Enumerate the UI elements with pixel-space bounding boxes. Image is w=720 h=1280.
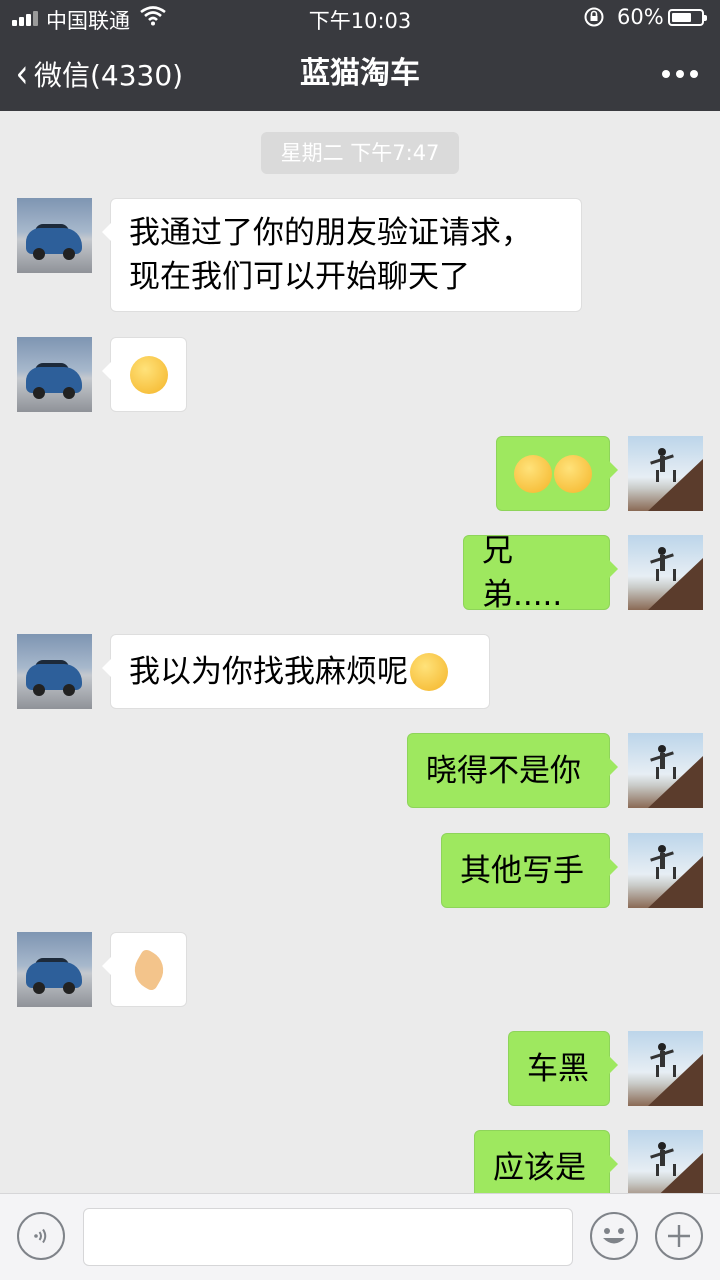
contact-avatar[interactable] — [17, 198, 92, 273]
smiley-icon — [603, 1228, 625, 1244]
contact-avatar[interactable] — [17, 337, 92, 412]
my-avatar[interactable] — [628, 833, 703, 908]
rotation-lock-icon — [583, 6, 605, 33]
message-bubble-outgoing[interactable]: 车黑 — [508, 1031, 618, 1106]
voice-icon — [34, 1228, 47, 1244]
status-bar: 中国联通 下午10:03 60% — [0, 0, 720, 36]
message-bubble-outgoing[interactable]: 其他写手 — [441, 833, 618, 908]
contact-avatar[interactable] — [17, 932, 92, 1007]
facepalm-emoji-icon — [129, 355, 168, 394]
voice-button[interactable] — [17, 1212, 65, 1260]
message-text: 晓得不是你 — [426, 752, 581, 789]
tears-of-joy-emoji-icon — [410, 652, 448, 691]
battery-fill — [672, 13, 691, 22]
message-text: 我以为你找我麻烦呢 — [129, 653, 408, 690]
message-bubble-incoming[interactable] — [102, 932, 187, 1007]
my-avatar[interactable] — [628, 733, 703, 808]
my-avatar[interactable] — [628, 535, 703, 610]
wechat-chat-screen: 中国联通 下午10:03 60% ‹ 微信(4330) 蓝猫淘车 星期二 下午7… — [0, 0, 720, 1280]
clock: 下午10:03 — [308, 9, 412, 33]
message-text: 车黑 — [527, 1050, 589, 1087]
more-icon — [662, 69, 670, 78]
nav-header: ‹ 微信(4330) 蓝猫淘车 — [0, 36, 720, 111]
message-bubble-outgoing[interactable]: 兄弟..... — [463, 533, 618, 613]
battery-percent: 60% — [617, 5, 664, 29]
chat-title: 蓝猫淘车 — [300, 56, 420, 91]
message-text: 现在我们可以开始聊天了 — [129, 259, 470, 295]
message-text: 我通过了你的朋友验证请求， — [129, 215, 532, 251]
message-bubble-incoming[interactable]: 我以为你找我麻烦呢 — [102, 634, 490, 709]
message-timestamp: 星期二 下午7:47 — [261, 132, 459, 174]
more-functions-button[interactable] — [655, 1212, 703, 1260]
my-avatar[interactable] — [628, 1031, 703, 1106]
message-bubble-incoming[interactable] — [102, 337, 187, 412]
message-bubble-outgoing[interactable] — [496, 436, 618, 511]
contact-avatar[interactable] — [17, 634, 92, 709]
plus-icon — [668, 1225, 690, 1247]
message-text: 兄弟..... — [482, 532, 563, 613]
smirk-emoji-icon — [554, 454, 592, 493]
smirk-emoji-icon — [514, 454, 552, 493]
battery-icon — [668, 9, 707, 26]
message-input[interactable] — [83, 1208, 573, 1266]
input-bar — [0, 1193, 720, 1280]
message-text: 其他写手 — [460, 852, 584, 889]
more-button[interactable] — [662, 36, 698, 111]
emoji-button[interactable] — [590, 1212, 638, 1260]
message-text: 应该是 — [493, 1149, 586, 1186]
message-bubble-outgoing[interactable]: 晓得不是你 — [407, 733, 618, 808]
ok-hand-emoji-icon — [127, 947, 170, 992]
my-avatar[interactable] — [628, 436, 703, 511]
message-bubble-incoming[interactable]: 我通过了你的朋友验证请求， 现在我们可以开始聊天了 — [102, 198, 582, 312]
top-bar: 中国联通 下午10:03 60% ‹ 微信(4330) 蓝猫淘车 — [0, 0, 720, 111]
